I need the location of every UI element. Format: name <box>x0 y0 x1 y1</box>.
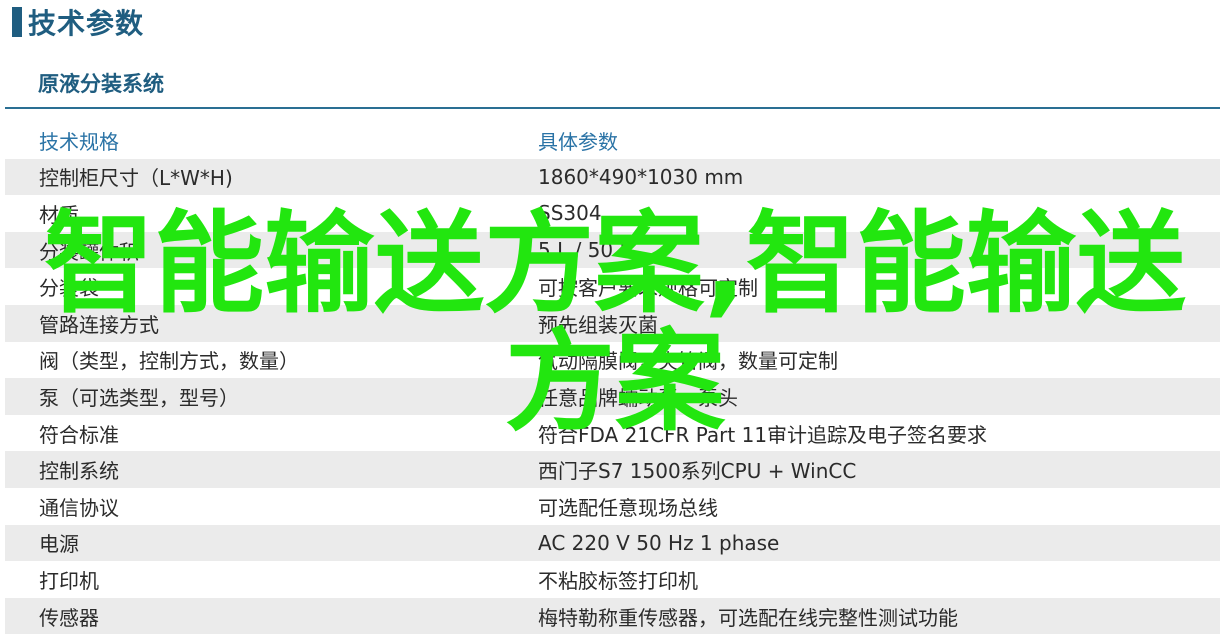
table-row: 控制柜尺寸（L*W*H) 1860*490*1030 mm <box>5 158 1220 196</box>
subtitle: 原液分装系统 <box>38 72 164 96</box>
table-row: 分装罐体积 5 L / 50 L <box>5 231 1220 269</box>
column-header: 具体参数 <box>538 129 618 154</box>
spec-name: 传感器 <box>39 605 99 630</box>
table-row: 材质 SS304 <box>5 195 1220 232</box>
spec-value: 可选配任意现场总线 <box>538 495 718 520</box>
spec-name: 泵（可选类型，型号） <box>39 385 239 410</box>
spec-value: 符合FDA 21CFR Part 11审计追踪及电子签名要求 <box>538 422 988 447</box>
spec-value: 预先组装灭菌 <box>538 312 658 337</box>
spec-value: 气动隔膜阀，夹管阀，数量可定制 <box>538 349 838 374</box>
table-row: 传感器 梅特勒称重传感器，可选配在线完整性测试功能 <box>5 597 1220 635</box>
spec-value: AC 220 V 50 Hz 1 phase <box>538 530 780 555</box>
spec-name: 管路连接方式 <box>39 312 159 337</box>
spec-name: 阀（类型，控制方式，数量） <box>39 349 299 374</box>
spec-name: 电源 <box>39 532 79 557</box>
spec-table: 技术规格 具体参数 控制柜尺寸（L*W*H) 1860*490*1030 mm 材质… <box>5 122 1220 635</box>
section-header: 技术参数 <box>12 4 144 40</box>
spec-value: 1860*490*1030 mm <box>538 164 744 189</box>
table-row: 通信协议 可选配任意现场总线 <box>5 488 1220 525</box>
spec-value: 不粘胶标签打印机 <box>538 568 698 593</box>
table-row: 管路连接方式 预先组装灭菌 <box>5 304 1220 342</box>
title-accent-bar <box>12 7 22 37</box>
spec-name: 符合标准 <box>39 422 119 447</box>
spec-name: 控制系统 <box>39 459 119 484</box>
page-title: 技术参数 <box>28 7 145 40</box>
spec-value: SS304 <box>538 201 602 226</box>
spec-name: 通信协议 <box>39 495 119 520</box>
table-row: 打印机 不粘胶标签打印机 <box>5 561 1220 598</box>
spec-value: 5 L / 50 L <box>538 238 631 263</box>
table-row: 阀（类型，控制方式，数量） 气动隔膜阀，夹管阀，数量可定制 <box>5 342 1220 379</box>
spec-name: 材质 <box>39 202 79 227</box>
table-row: 控制系统 西门子S7 1500系列CPU + WinCC <box>5 451 1220 488</box>
spec-value: 任意品牌蠕动泵、泵头 <box>538 385 738 410</box>
table-header-row: 技术规格 具体参数 <box>5 122 1220 159</box>
table-row: 泵（可选类型，型号） 任意品牌蠕动泵、泵头 <box>5 378 1220 415</box>
column-header: 技术规格 <box>39 129 119 154</box>
spec-name: 分装袋 <box>39 276 99 301</box>
table-row: 符合标准 符合FDA 21CFR Part 11审计追踪及电子签名要求 <box>5 415 1220 452</box>
spec-value: 可按客户要求规格可定制 <box>538 276 758 301</box>
spec-value: 西门子S7 1500系列CPU + WinCC <box>538 459 857 484</box>
table-row: 电源 AC 220 V 50 Hz 1 phase <box>5 524 1220 562</box>
spec-name: 打印机 <box>39 568 99 593</box>
spec-name: 控制柜尺寸（L*W*H) <box>39 166 233 191</box>
spec-value: 梅特勒称重传感器，可选配在线完整性测试功能 <box>538 605 958 630</box>
table-row: 分装袋 可按客户要求规格可定制 <box>5 268 1220 305</box>
divider <box>5 107 1220 109</box>
spec-name: 分装罐体积 <box>39 239 139 264</box>
